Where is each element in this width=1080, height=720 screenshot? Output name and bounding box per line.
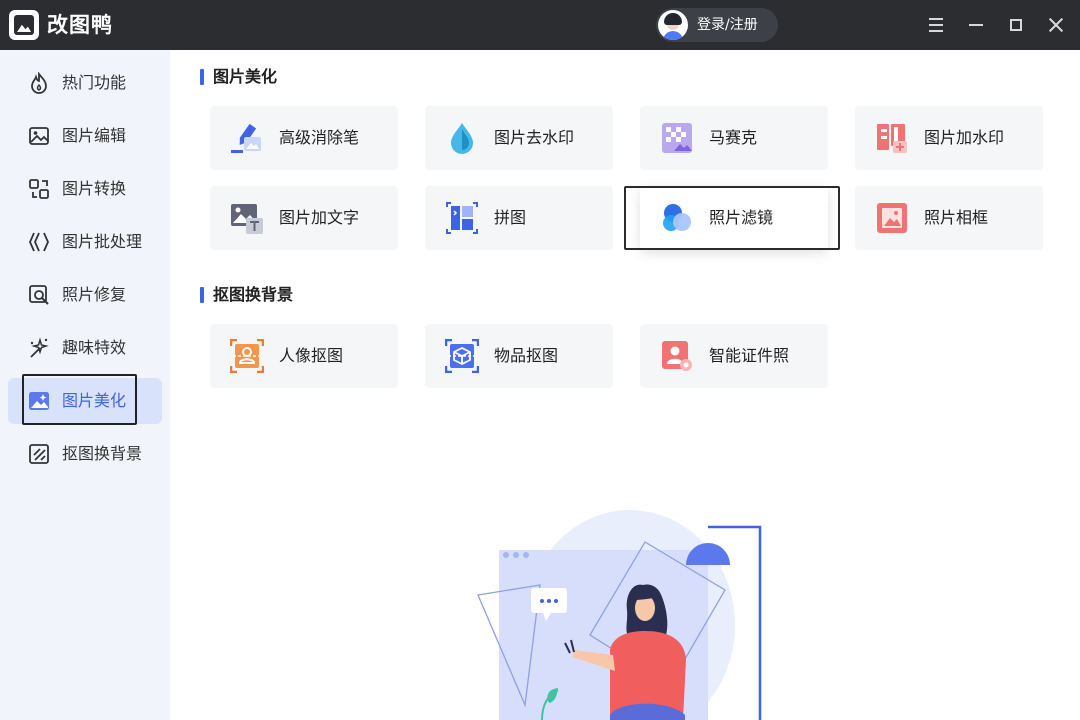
title-bar: 改图鸭 登录/注册 (0, 0, 1080, 50)
section-title-cutout: 抠图换背景 (200, 286, 293, 304)
tile-id-photo[interactable]: 智能证件照 (640, 324, 828, 388)
sidebar-item-hot[interactable]: 热门功能 (8, 60, 162, 106)
tile-add-watermark[interactable]: 图片加水印 (855, 106, 1043, 170)
id-photo-icon (662, 341, 692, 371)
tile-mosaic[interactable]: 马赛克 (640, 106, 828, 170)
fire-icon (31, 72, 47, 94)
photo-repair-icon (29, 285, 49, 305)
main-panel: 图片美化 高级消除笔 图片去水印 马赛克 图片加水印 图片加文字 拼图 照片滤镜… (170, 50, 1080, 720)
tile-label: 物品抠图 (494, 346, 559, 365)
object-cutout-icon (445, 339, 479, 373)
tile-photo-frame[interactable]: 照片相框 (855, 186, 1043, 250)
tile-object-cutout[interactable]: 物品抠图 (425, 324, 613, 388)
section-title-beautify: 图片美化 (200, 68, 277, 86)
collage-icon (446, 202, 478, 234)
empty-state-illustration (477, 510, 762, 720)
login-label: 登录/注册 (697, 17, 758, 33)
tile-eraser-pen[interactable]: 高级消除笔 (210, 106, 398, 170)
sidebar-item-cutout[interactable]: 抠图换背景 (8, 431, 162, 477)
menu-icon[interactable] (921, 10, 951, 40)
close-icon[interactable] (1041, 10, 1071, 40)
sidebar-item-label: 照片修复 (62, 285, 127, 304)
tile-label: 照片相框 (924, 208, 989, 227)
app-title: 改图鸭 (47, 13, 113, 37)
tile-label: 拼图 (494, 208, 527, 227)
tile-label: 高级消除笔 (279, 128, 360, 147)
add-text-icon (231, 204, 263, 234)
sidebar-item-image-convert[interactable]: 图片转换 (8, 166, 162, 212)
sidebar: 热门功能 图片编辑 图片转换 图片批处理 照片修复 趣味特效 图片美化 抠图换背… (0, 50, 170, 720)
tile-label: 图片加文字 (279, 208, 360, 227)
tile-remove-watermark[interactable]: 图片去水印 (425, 106, 613, 170)
sidebar-item-label: 抠图换背景 (62, 444, 143, 463)
cutout-icon (29, 444, 49, 464)
sparkle-icon (30, 337, 49, 358)
tile-add-text[interactable]: 图片加文字 (210, 186, 398, 250)
sidebar-item-fun-effects[interactable]: 趣味特效 (8, 325, 162, 371)
sidebar-item-label: 趣味特效 (62, 338, 127, 357)
login-button[interactable]: 登录/注册 (656, 8, 778, 42)
tile-label: 马赛克 (709, 128, 758, 147)
mosaic-icon (662, 123, 692, 153)
sidebar-item-label: 图片转换 (62, 179, 127, 198)
app-logo-icon (9, 10, 39, 40)
eraser-pen-icon (231, 123, 261, 153)
tile-label: 图片加水印 (924, 128, 1005, 147)
sidebar-item-label: 图片批处理 (62, 232, 143, 251)
focus-outline (624, 186, 840, 250)
sidebar-item-label: 图片编辑 (62, 126, 127, 145)
sidebar-item-image-edit[interactable]: 图片编辑 (8, 113, 162, 159)
tile-label: 人像抠图 (279, 346, 344, 365)
image-edit-icon (29, 127, 49, 145)
sidebar-item-photo-repair[interactable]: 照片修复 (8, 272, 162, 318)
minimize-icon[interactable] (961, 10, 991, 40)
tile-collage[interactable]: 拼图 (425, 186, 613, 250)
image-convert-icon (29, 179, 49, 199)
focus-outline (22, 374, 137, 425)
sidebar-item-label: 热门功能 (62, 73, 127, 92)
photo-frame-icon (877, 203, 907, 233)
tile-label: 智能证件照 (709, 346, 790, 365)
water-drop-icon (451, 123, 473, 154)
avatar (658, 10, 688, 40)
add-watermark-icon (877, 124, 907, 153)
portrait-cutout-icon (230, 339, 264, 373)
sidebar-item-batch[interactable]: 图片批处理 (8, 219, 162, 265)
maximize-icon[interactable] (1001, 10, 1031, 40)
tile-label: 图片去水印 (494, 128, 575, 147)
batch-icon (29, 232, 49, 252)
tile-portrait-cutout[interactable]: 人像抠图 (210, 324, 398, 388)
